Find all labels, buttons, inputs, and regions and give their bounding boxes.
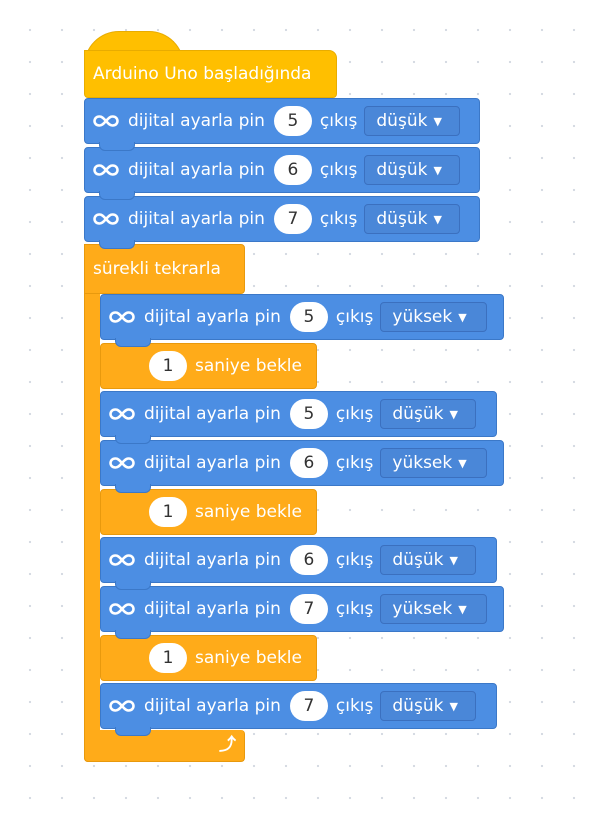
block-text: dijital ayarla pin	[128, 160, 265, 180]
dropdown-arrow-icon: ▼	[433, 114, 442, 128]
level-value: yüksek	[392, 307, 453, 327]
output-label: çıkış	[335, 307, 374, 327]
level-value: düşük	[376, 160, 428, 180]
hat-label: Arduino Uno başladığında	[93, 64, 312, 84]
level-value: yüksek	[392, 453, 453, 473]
start-hat-block[interactable]: Arduino Uno başladığında	[84, 50, 337, 98]
level-dropdown[interactable]: yüksek ▼	[380, 302, 488, 332]
output-label: çıkış	[319, 209, 358, 229]
level-value: düşük	[392, 550, 444, 570]
level-dropdown[interactable]: düşük ▼	[380, 545, 477, 575]
pin-number-input[interactable]: 6	[289, 448, 328, 478]
set-digital-pin-block[interactable]: dijital ayarla pin 6 çıkış düşük ▼	[84, 147, 480, 200]
output-label: çıkış	[335, 696, 374, 716]
wait-label: saniye bekle	[195, 648, 302, 668]
output-label: çıkış	[319, 160, 358, 180]
block-text: dijital ayarla pin	[144, 696, 281, 716]
dropdown-arrow-icon: ▼	[458, 310, 467, 324]
level-value: düşük	[392, 404, 444, 424]
wait-seconds-block[interactable]: 1 saniye bekle	[100, 343, 317, 389]
output-label: çıkış	[335, 453, 374, 473]
level-dropdown[interactable]: düşük ▼	[380, 691, 477, 721]
arduino-infinity-icon	[108, 696, 136, 716]
pin-number-input[interactable]: 6	[289, 545, 328, 575]
dropdown-arrow-icon: ▼	[458, 456, 467, 470]
dropdown-arrow-icon: ▼	[449, 407, 458, 421]
dropdown-arrow-icon: ▼	[449, 699, 458, 713]
loop-block-bottom[interactable]: ⤴	[84, 730, 245, 762]
dropdown-arrow-icon: ▼	[449, 553, 458, 567]
wait-seconds-block[interactable]: 1 saniye bekle	[100, 635, 317, 681]
forever-loop-block[interactable]: sürekli tekrarla	[84, 244, 245, 294]
pin-number-input[interactable]: 7	[289, 691, 328, 721]
pin-number-input[interactable]: 7	[289, 594, 328, 624]
set-digital-pin-block[interactable]: dijital ayarla pin 6 çıkış düşük ▼	[100, 537, 497, 590]
pin-number-input[interactable]: 5	[289, 399, 328, 429]
arduino-infinity-icon	[92, 160, 120, 180]
set-digital-pin-block[interactable]: dijital ayarla pin 7 çıkış düşük ▼	[84, 196, 480, 249]
wait-seconds-block[interactable]: 1 saniye bekle	[100, 489, 317, 535]
arduino-infinity-icon	[108, 404, 136, 424]
seconds-input[interactable]: 1	[149, 351, 187, 381]
arduino-infinity-icon	[108, 599, 136, 619]
block-text: dijital ayarla pin	[144, 307, 281, 327]
level-dropdown[interactable]: düşük ▼	[364, 155, 461, 185]
code-canvas: Arduino Uno başladığında dijital ayarla …	[0, 0, 590, 828]
output-label: çıkış	[335, 599, 374, 619]
level-value: düşük	[376, 209, 428, 229]
output-label: çıkış	[319, 111, 358, 131]
seconds-input[interactable]: 1	[149, 497, 187, 527]
level-value: düşük	[376, 111, 428, 131]
set-digital-pin-block[interactable]: dijital ayarla pin 5 çıkış düşük ▼	[100, 391, 497, 444]
level-dropdown[interactable]: düşük ▼	[364, 106, 461, 136]
block-text: dijital ayarla pin	[144, 550, 281, 570]
arduino-infinity-icon	[108, 453, 136, 473]
wait-label: saniye bekle	[195, 502, 302, 522]
set-digital-pin-block[interactable]: dijital ayarla pin 7 çıkış yüksek ▼	[100, 586, 504, 639]
pin-number-input[interactable]: 5	[273, 106, 312, 136]
level-dropdown[interactable]: düşük ▼	[380, 399, 477, 429]
level-dropdown[interactable]: düşük ▼	[364, 204, 461, 234]
loop-label: sürekli tekrarla	[93, 259, 221, 279]
dropdown-arrow-icon: ▼	[433, 212, 442, 226]
set-digital-pin-block[interactable]: dijital ayarla pin 5 çıkış yüksek ▼	[100, 294, 504, 347]
block-text: dijital ayarla pin	[144, 453, 281, 473]
pin-number-input[interactable]: 6	[273, 155, 312, 185]
level-dropdown[interactable]: yüksek ▼	[380, 448, 488, 478]
block-text: dijital ayarla pin	[144, 404, 281, 424]
block-text: dijital ayarla pin	[128, 209, 265, 229]
arduino-infinity-icon	[92, 111, 120, 131]
arduino-infinity-icon	[108, 550, 136, 570]
level-value: yüksek	[392, 599, 453, 619]
level-value: düşük	[392, 696, 444, 716]
loop-block-arm[interactable]	[84, 244, 100, 762]
wait-label: saniye bekle	[195, 356, 302, 376]
dropdown-arrow-icon: ▼	[458, 602, 467, 616]
pin-number-input[interactable]: 7	[273, 204, 312, 234]
arduino-infinity-icon	[108, 307, 136, 327]
output-label: çıkış	[335, 404, 374, 424]
set-digital-pin-block[interactable]: dijital ayarla pin 7 çıkış düşük ▼	[100, 683, 497, 736]
set-digital-pin-block[interactable]: dijital ayarla pin 6 çıkış yüksek ▼	[100, 440, 504, 493]
seconds-input[interactable]: 1	[149, 643, 187, 673]
arduino-infinity-icon	[92, 209, 120, 229]
pin-number-input[interactable]: 5	[289, 302, 328, 332]
set-digital-pin-block[interactable]: dijital ayarla pin 5 çıkış düşük ▼	[84, 98, 480, 151]
output-label: çıkış	[335, 550, 374, 570]
block-text: dijital ayarla pin	[144, 599, 281, 619]
loop-arrow-icon: ⤴	[219, 735, 236, 755]
dropdown-arrow-icon: ▼	[433, 163, 442, 177]
level-dropdown[interactable]: yüksek ▼	[380, 594, 488, 624]
block-text: dijital ayarla pin	[128, 111, 265, 131]
